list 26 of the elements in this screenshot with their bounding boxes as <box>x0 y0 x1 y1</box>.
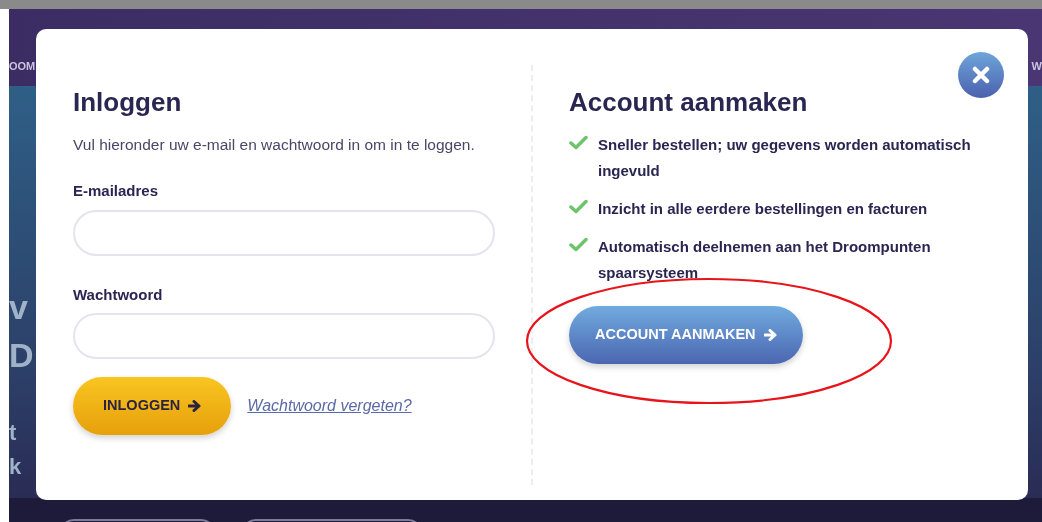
input-field[interactable] <box>73 209 495 256</box>
benefit-text: Automatisch deelnemen aan het Droompunten spaarsysteem <box>598 237 932 284</box>
arrow-icon <box>763 329 777 342</box>
close-button[interactable] <box>958 52 1004 98</box>
hero-text: t <box>9 419 17 447</box>
nav-text[interactable]: OOM <box>9 57 36 74</box>
nav-text[interactable]: W <box>1031 57 1042 74</box>
benefit-text: Sneller bestellen; uw gegevens worden automatisch ingevuld <box>598 135 972 182</box>
forgot-password-link[interactable]: Wachtwoord vergeten? <box>247 394 412 419</box>
hero-text: k <box>9 453 22 481</box>
input-field[interactable] <box>73 313 495 360</box>
login-button[interactable]: INLOGGEN <box>73 377 232 436</box>
intro-text: Vul hieronder uw e-mail en wachtwoord in om in te loggen. <box>73 135 476 156</box>
check-icon <box>569 237 588 253</box>
close-icon <box>972 66 990 84</box>
create-account-button[interactable]: ACCOUNT AANMAKEN <box>569 306 803 365</box>
section-title: Account aanmaken <box>569 87 809 119</box>
hero-text: D <box>9 335 34 376</box>
hero-text: v <box>9 287 28 328</box>
section-title: Inloggen <box>73 87 183 119</box>
check-icon <box>569 199 588 215</box>
benefit-text: Inzicht in alle eerdere bestellingen en facturen <box>598 199 928 220</box>
arrow-icon <box>188 400 202 413</box>
check-icon <box>569 135 588 151</box>
field-label: E-mailadres <box>73 181 160 202</box>
field-label: Wachtwoord <box>73 284 164 305</box>
